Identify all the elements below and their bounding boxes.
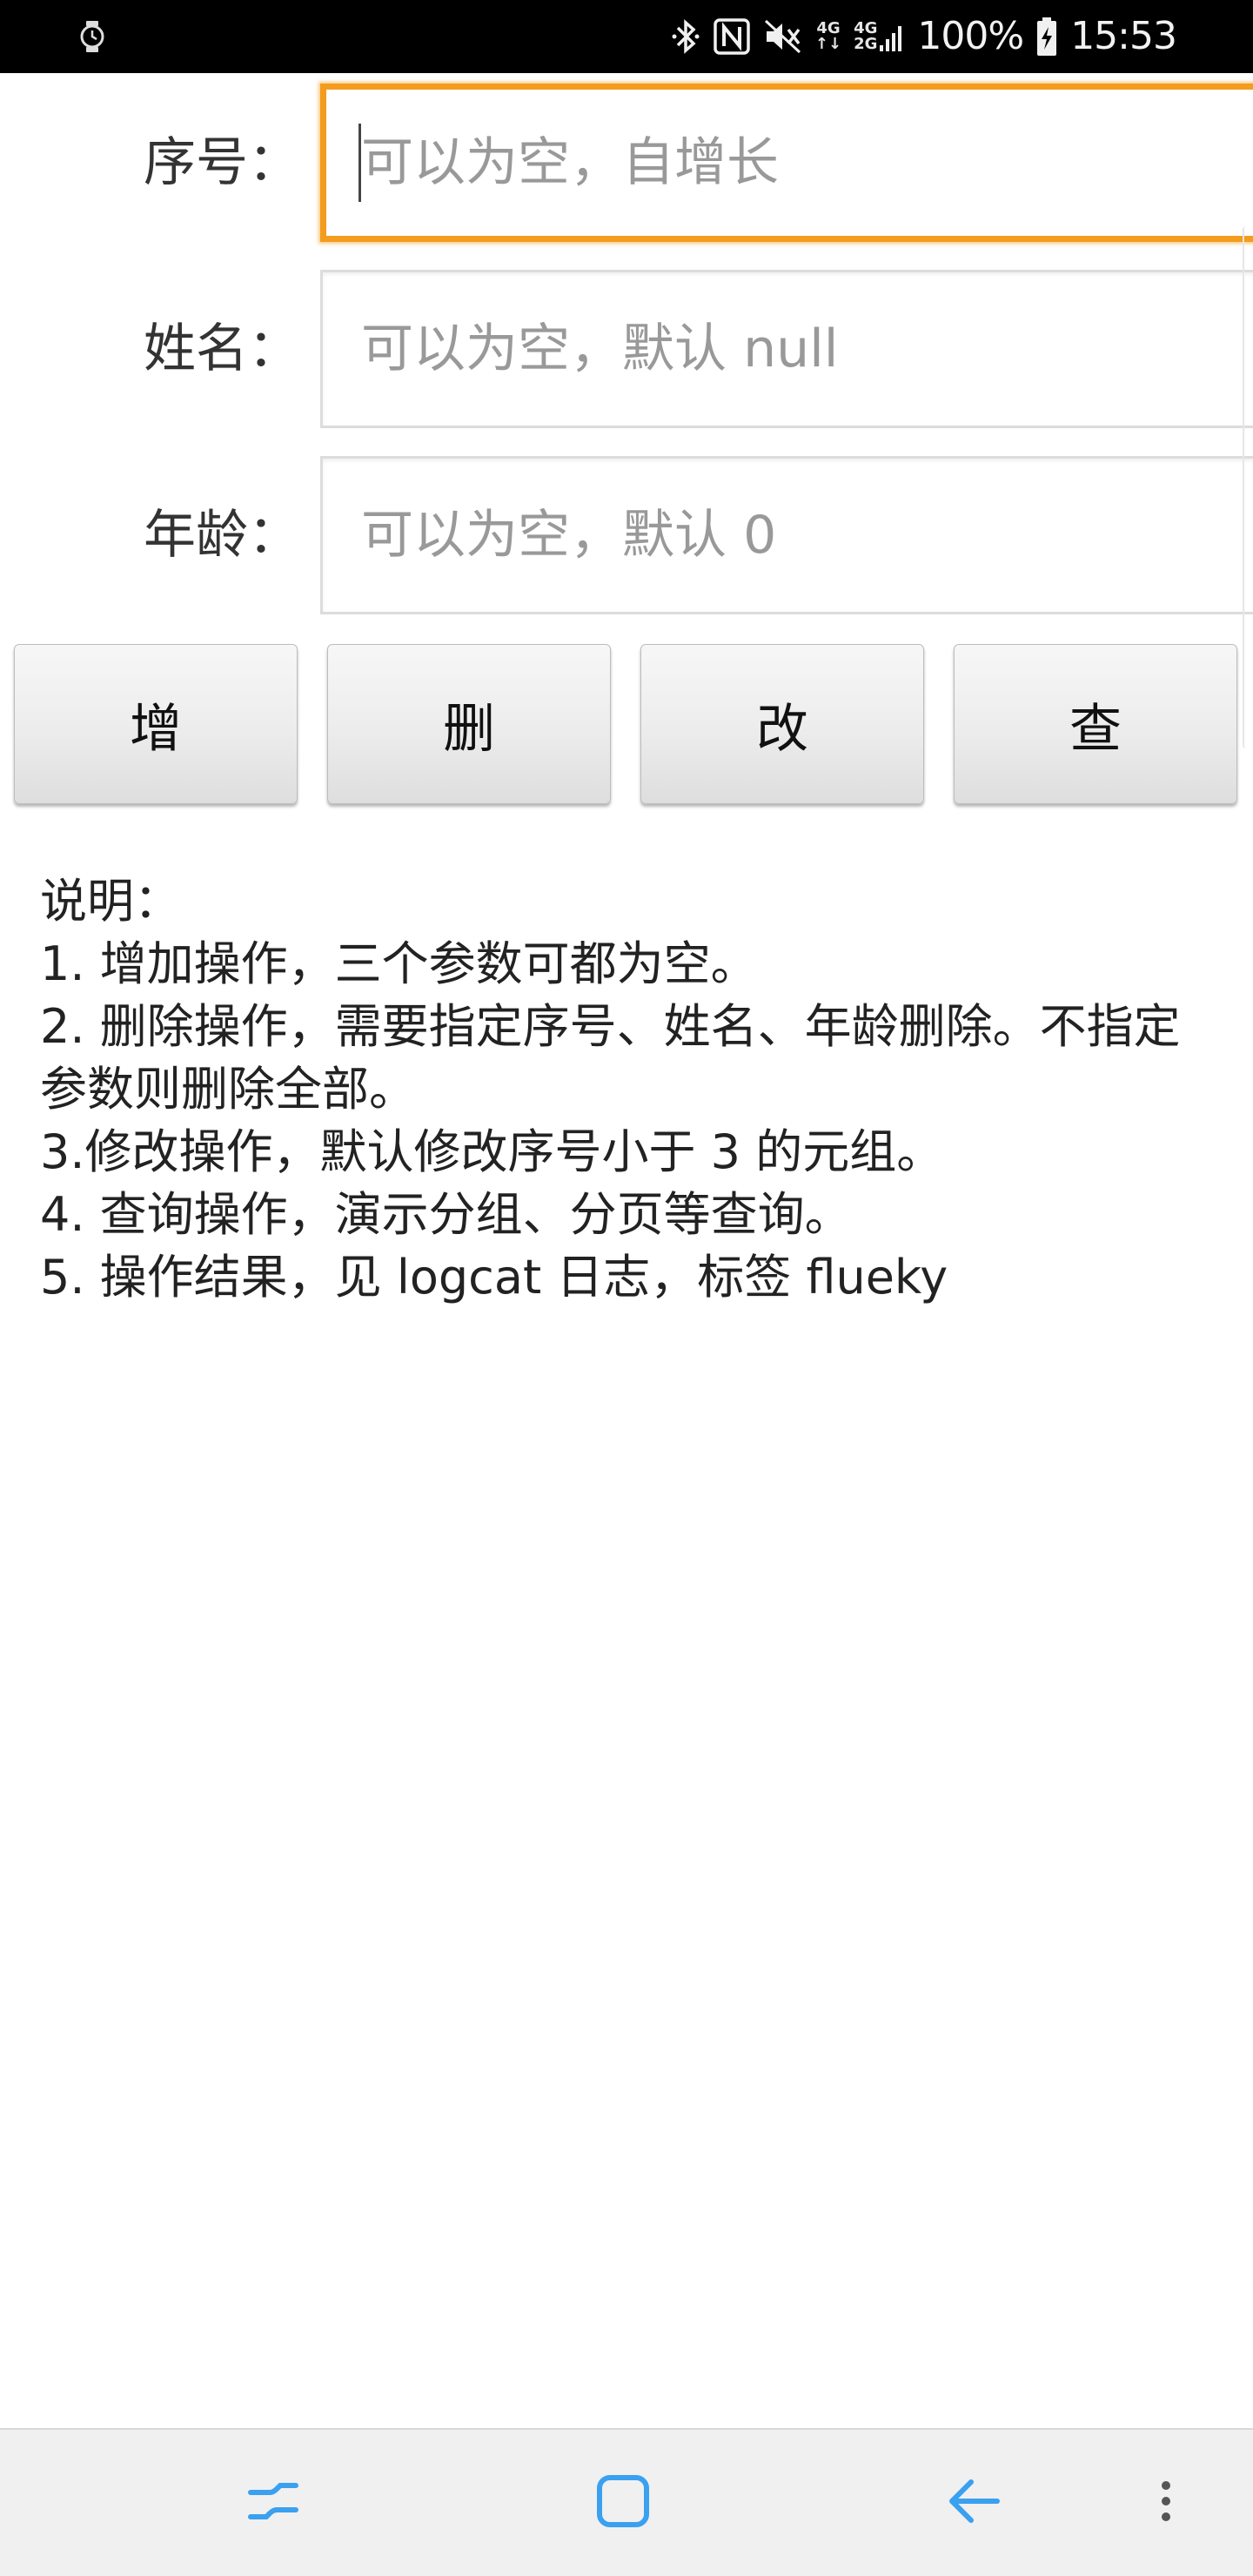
mute-icon [763, 17, 803, 56]
home-icon [595, 2473, 651, 2532]
navigation-bar [0, 2428, 1253, 2576]
description-line-2: 2. 删除操作，需要指定序号、姓名、年龄删除。不指定参数则删除全部。 [40, 999, 1181, 1117]
update-button[interactable]: 改 [640, 644, 924, 804]
recent-apps-icon [245, 2473, 301, 2532]
description-line-4: 4. 查询操作，演示分组、分页等查询。 [40, 1187, 852, 1242]
signal-4g-2g-icon: 4G 2G [854, 21, 905, 52]
battery-charging-icon [1035, 17, 1058, 57]
age-label: 年龄： [144, 505, 300, 566]
name-row: 姓名： [0, 266, 1253, 432]
age-input[interactable] [320, 456, 1253, 614]
status-bar: 4G ↑↓ 4G 2G 100% 15:53 [0, 0, 1253, 73]
seq-label: 序号： [144, 132, 300, 193]
battery-percent: 100% [917, 14, 1024, 58]
back-icon [947, 2473, 1002, 2532]
age-row: 年龄： [0, 453, 1253, 618]
add-button[interactable]: 增 [14, 644, 298, 804]
seq-input[interactable] [320, 84, 1253, 242]
description-title: 说明： [40, 874, 181, 929]
seq-row: 序号： [0, 80, 1253, 245]
watch-icon [75, 19, 110, 54]
text-caret [358, 124, 361, 202]
description-line-5: 5. 操作结果，见 logcat 日志，标签 flueky [40, 1250, 948, 1305]
name-input[interactable] [320, 270, 1253, 428]
back-button[interactable] [896, 2430, 1053, 2576]
home-button[interactable] [545, 2430, 701, 2576]
more-options-button[interactable] [1122, 2430, 1209, 2576]
delete-button[interactable]: 删 [327, 644, 611, 804]
query-button[interactable]: 查 [954, 644, 1237, 804]
more-vert-icon [1159, 2479, 1173, 2526]
name-label: 姓名： [144, 319, 300, 379]
description-text: 说明： 1. 增加操作，三个参数可都为空。 2. 删除操作，需要指定序号、姓名、… [40, 870, 1223, 1309]
signal-4g-icon: 4G ↑↓ [814, 19, 842, 53]
crud-button-row: 增 删 改 查 [0, 644, 1253, 806]
status-icons: 4G ↑↓ 4G 2G 100% 15:53 [671, 0, 1177, 73]
description-line-1: 1. 增加操作，三个参数可都为空。 [40, 936, 758, 991]
recent-apps-button[interactable] [195, 2430, 352, 2576]
description-line-3: 3.修改操作，默认修改序号小于 3 的元组。 [40, 1124, 944, 1179]
bluetooth-icon [671, 17, 700, 56]
clock: 15:53 [1070, 14, 1177, 58]
nfc-icon [713, 17, 751, 56]
